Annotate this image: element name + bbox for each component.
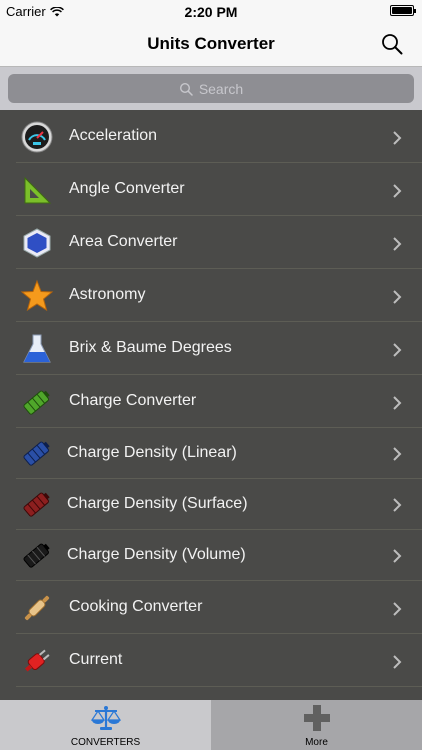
separator xyxy=(16,686,422,687)
set-square-icon xyxy=(24,176,52,204)
list-item-area-converter[interactable]: Area Converter xyxy=(16,216,422,269)
list-item-label: Charge Density (Linear) xyxy=(67,444,237,461)
converter-list: Acceleration Angle Converter Area Conver… xyxy=(16,110,422,700)
search-placeholder: Search xyxy=(198,80,244,97)
list-item-label: Brix & Baume Degrees xyxy=(69,339,232,356)
tab-label: More xyxy=(305,737,328,748)
chevron-right-icon xyxy=(393,237,402,251)
list-item-cooking-converter[interactable]: Cooking Converter xyxy=(16,581,422,634)
scales-icon xyxy=(90,706,121,730)
list-item-charge-density-surface[interactable]: Charge Density (Surface) xyxy=(16,479,422,530)
speedometer-icon xyxy=(21,121,53,153)
status-bar: Carrier 2:20 PM xyxy=(0,0,422,22)
battery-red-icon xyxy=(23,492,50,517)
list-item-acceleration[interactable]: Acceleration xyxy=(16,110,422,163)
page-title: Units Converter xyxy=(147,34,275,53)
chevron-right-icon xyxy=(393,602,402,616)
chevron-right-icon xyxy=(393,396,402,410)
list-item-label: Angle Converter xyxy=(69,180,185,197)
flask-icon xyxy=(23,334,51,363)
list-item-astronomy[interactable]: Astronomy xyxy=(16,269,422,322)
tab-more[interactable]: More xyxy=(211,700,422,750)
chevron-right-icon xyxy=(393,131,402,145)
magnifier-icon xyxy=(179,82,193,96)
battery-black-icon xyxy=(23,543,50,568)
star-icon xyxy=(20,279,54,312)
list-item-label: Charge Converter xyxy=(69,392,197,409)
list-item-current[interactable]: Current xyxy=(16,634,422,687)
chevron-right-icon xyxy=(393,655,402,669)
tab-label: CONVERTERS xyxy=(70,737,141,748)
list-item-charge-density-linear[interactable]: Charge Density (Linear) xyxy=(16,428,422,479)
chevron-right-icon xyxy=(393,184,402,198)
battery-blue-icon xyxy=(23,441,50,466)
chevron-right-icon xyxy=(393,290,402,304)
list-item-label: Cooking Converter xyxy=(69,598,203,615)
navigation-bar: Units Converter xyxy=(0,22,422,66)
list-item-label: Area Converter xyxy=(69,233,178,250)
tab-bar: CONVERTERS More xyxy=(0,700,422,750)
list-item-label: Current xyxy=(69,651,123,668)
search-bar: Search xyxy=(0,66,422,110)
status-time: 2:20 PM xyxy=(184,4,238,20)
list-item-label: Acceleration xyxy=(69,127,158,144)
list-item-label: Astronomy xyxy=(69,286,146,303)
list-item-charge-converter[interactable]: Charge Converter xyxy=(16,375,422,428)
tab-converters[interactable]: CONVERTERS xyxy=(0,700,211,750)
chevron-right-icon xyxy=(393,549,402,563)
plus-icon xyxy=(303,705,330,731)
hexagon-icon xyxy=(23,228,51,258)
search-icon[interactable] xyxy=(380,32,404,56)
list-item-brix-baume[interactable]: Brix & Baume Degrees xyxy=(16,322,422,375)
plug-icon xyxy=(24,649,50,672)
list-item-angle-converter[interactable]: Angle Converter xyxy=(16,163,422,216)
list-item-label: Charge Density (Volume) xyxy=(67,546,246,563)
search-input[interactable]: Search xyxy=(8,74,414,103)
battery-green-icon xyxy=(23,390,50,415)
rolling-pin-icon xyxy=(24,595,50,621)
list-item-label: Charge Density (Surface) xyxy=(67,495,248,512)
list-item-charge-density-volume[interactable]: Charge Density (Volume) xyxy=(16,530,422,581)
battery-icon xyxy=(390,5,416,16)
chevron-right-icon xyxy=(393,447,402,461)
chevron-right-icon xyxy=(393,343,402,357)
chevron-right-icon xyxy=(393,498,402,512)
